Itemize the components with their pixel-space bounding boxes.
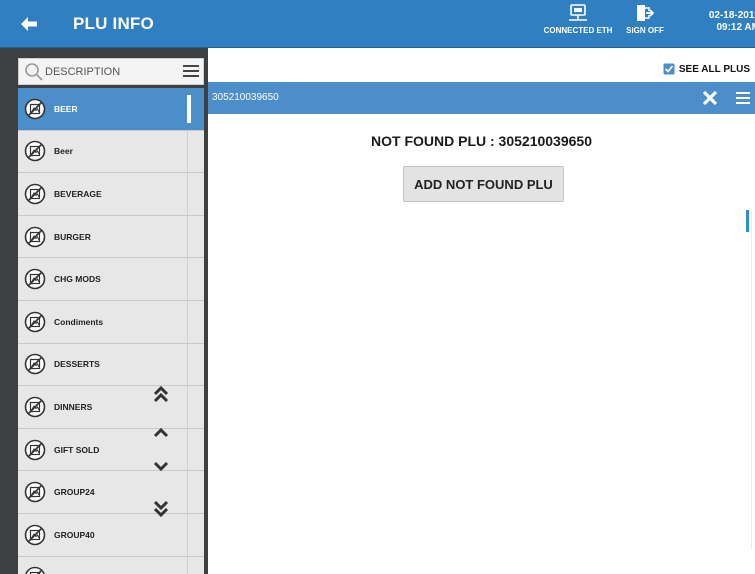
date-time: 02-18-2019 09:12 AM	[690, 10, 755, 34]
search-box	[18, 58, 204, 85]
hamburger-menu-icon[interactable]	[183, 64, 199, 78]
group-list-item[interactable]: DESSERTS	[18, 343, 204, 387]
plu-info-screen: PLU INFO CONNECTED ETH SIGN OFF 02-18-20…	[0, 0, 755, 574]
group-label: GROUP24	[54, 487, 95, 498]
item-divider	[187, 343, 188, 386]
no-image-icon	[24, 311, 46, 333]
item-divider	[187, 130, 188, 173]
connection-status-button[interactable]: CONNECTED ETH	[543, 4, 613, 46]
group-list-item[interactable]: Condiments	[18, 300, 204, 344]
exit-door-icon	[637, 5, 654, 21]
group-label: GIFT SOLD	[54, 444, 100, 455]
group-label: DESSERTS	[54, 359, 100, 370]
group-panel: BEER Beer BEVERAGE BURGER CHG MODS Condiments…	[0, 48, 207, 574]
page-down-button[interactable]	[150, 498, 172, 518]
add-not-found-plu-button[interactable]: ADD NOT FOUND PLU	[403, 166, 564, 202]
group-list-item[interactable]: GROUP40	[18, 513, 204, 557]
item-divider	[187, 556, 188, 574]
scrollbar-track	[751, 210, 752, 550]
sign-off-button[interactable]: SIGN OFF	[619, 4, 671, 46]
item-divider	[187, 215, 188, 258]
group-label: BEVERAGE	[54, 188, 102, 199]
no-image-icon	[24, 141, 46, 162]
group-label: CHG MODS	[54, 274, 101, 285]
group-list-item[interactable]: GIFT SOLD	[18, 428, 204, 472]
back-button[interactable]	[14, 12, 44, 36]
time-text: 09:12 AM	[716, 22, 755, 33]
plu-header-bar: 305210039650	[208, 82, 755, 114]
no-image-icon	[24, 524, 46, 546]
no-image-icon	[24, 226, 46, 247]
item-divider	[187, 513, 188, 556]
page-up-button[interactable]	[150, 385, 172, 405]
no-image-icon	[24, 481, 46, 503]
see-all-plus-checkbox[interactable]: SEE ALL PLUS	[663, 63, 750, 75]
item-divider	[187, 386, 188, 428]
close-icon[interactable]	[701, 89, 719, 107]
group-list-item[interactable]: CHG MODS	[18, 258, 204, 301]
group-label: BURGER	[54, 231, 91, 242]
group-label: Condiments	[54, 316, 104, 327]
double-chevron-down-icon	[153, 500, 169, 517]
not-found-message: NOT FOUND PLU : 305210039650	[371, 133, 592, 149]
chevron-up-icon	[153, 427, 169, 438]
group-list-item[interactable]: BEVERAGE	[18, 173, 204, 216]
search-icon[interactable]	[24, 62, 44, 82]
item-divider	[187, 300, 188, 343]
scrollbar-thumb[interactable]	[746, 210, 749, 232]
app-header: PLU INFO CONNECTED ETH SIGN OFF 02-18-20…	[0, 0, 755, 48]
scroll-up-button[interactable]	[150, 422, 172, 442]
connection-label: CONNECTED ETH	[543, 26, 613, 35]
see-all-plus-label: SEE ALL PLUS	[678, 63, 750, 75]
scroll-down-button[interactable]	[150, 457, 172, 477]
no-image-icon	[24, 98, 46, 120]
group-list-item[interactable]: BEER	[18, 88, 204, 131]
checkbox-checked-icon	[663, 63, 675, 75]
no-image-icon	[24, 354, 46, 375]
no-image-icon	[24, 439, 46, 460]
chevron-down-icon	[153, 461, 169, 472]
group-list-item[interactable]: Beer	[18, 130, 204, 174]
hamburger-menu-icon[interactable]	[736, 92, 750, 104]
no-image-icon	[25, 567, 45, 574]
group-list-item[interactable]: GROUP24	[18, 471, 204, 514]
no-image-icon	[24, 268, 46, 290]
group-label: DINNERS	[54, 401, 93, 412]
item-divider	[187, 428, 188, 471]
item-divider	[187, 173, 188, 215]
group-label: Beer	[54, 146, 73, 157]
plu-code: 305210039650	[212, 92, 279, 103]
item-divider	[187, 258, 188, 300]
group-list-item[interactable]: BURGER	[18, 215, 204, 259]
search-input[interactable]	[45, 65, 183, 78]
network-terminal-icon	[569, 4, 587, 21]
no-image-icon	[24, 396, 46, 418]
sign-off-label: SIGN OFF	[626, 26, 664, 35]
group-label: BEER	[54, 103, 78, 114]
group-label: GROUP40	[54, 529, 95, 540]
double-chevron-up-icon	[153, 386, 169, 403]
selection-indicator	[187, 95, 191, 123]
page-title: PLU INFO	[73, 14, 154, 33]
arrow-left-icon	[21, 17, 37, 31]
group-list-item[interactable]	[18, 556, 204, 574]
group-list: BEER Beer BEVERAGE BURGER CHG MODS Condiments…	[18, 88, 204, 574]
detail-panel	[207, 48, 755, 574]
item-divider	[187, 471, 188, 513]
no-image-icon	[24, 183, 46, 205]
group-list-item[interactable]: DINNERS	[18, 386, 204, 429]
date-text: 02-18-2019	[708, 10, 755, 21]
